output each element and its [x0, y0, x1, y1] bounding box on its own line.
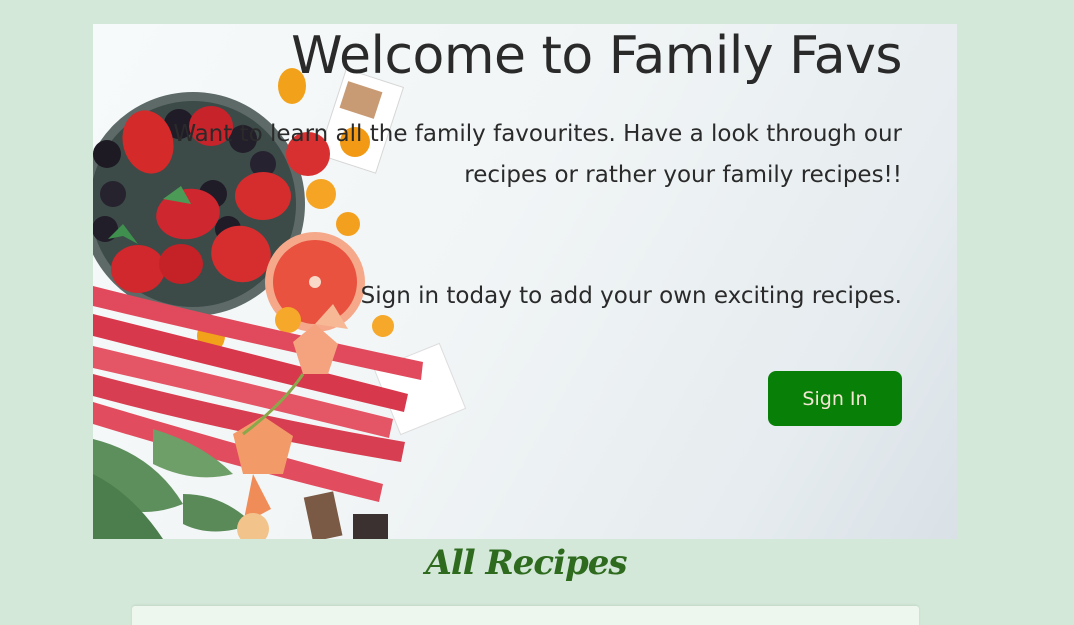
recipes-panel	[132, 606, 919, 625]
hero-intro-text: Want to learn all the family favourites.…	[173, 121, 902, 188]
food-still-life-image	[93, 68, 467, 539]
signin-prompt-text: Sign in today to add your own exciting r…	[360, 283, 902, 309]
hero-banner: Welcome to Family Favs Want to learn all…	[93, 24, 957, 539]
sign-in-button[interactable]: Sign In	[768, 371, 902, 426]
page: Welcome to Family Favs Want to learn all…	[0, 0, 1074, 625]
all-recipes-heading: All Recipes	[425, 543, 627, 583]
hero-title: Welcome to Family Favs	[291, 26, 902, 86]
